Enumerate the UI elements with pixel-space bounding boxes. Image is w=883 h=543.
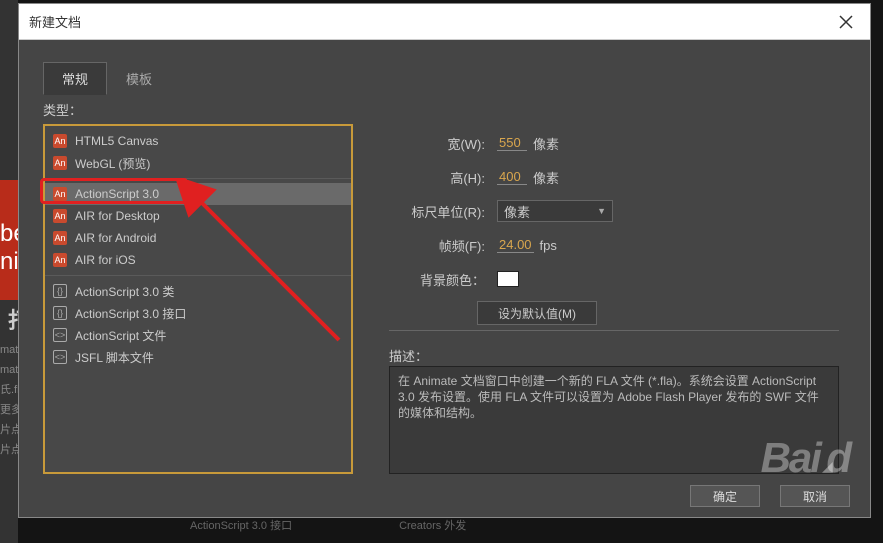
script-icon: {} [53,306,67,320]
height-label: 高(H): [389,168,485,187]
width-input[interactable]: 550 [497,135,527,151]
dialog-content: 常规 模板 类型： An HTML5 Canvas An WebGL (预览) … [19,40,870,517]
height-unit: 像素 [533,168,559,187]
script-icon: <> [53,328,67,342]
close-icon [839,15,853,29]
type-jsfl[interactable]: <> JSFL 脚本文件 [45,346,351,368]
dialog-title: 新建文档 [29,12,832,31]
type-air-ios[interactable]: An AIR for iOS [45,249,351,271]
dialog-titlebar: 新建文档 [19,4,870,40]
script-icon: <> [53,350,67,364]
background-brand-tile: be ni [0,180,18,300]
background-footer-text: ActionScript 3.0 接口 Creators 外发 [190,517,466,533]
type-item-label: ActionScript 3.0 类 [75,283,174,300]
type-as3-interface[interactable]: {} ActionScript 3.0 接口 [45,302,351,324]
script-icon: {} [53,284,67,298]
animate-icon: An [53,253,67,267]
document-properties: 宽(W): 550 像素 高(H): 400 像素 标尺单位(R): 像素 ▼ … [389,126,829,330]
width-unit: 像素 [533,134,559,153]
tab-bar: 常规 模板 [43,62,171,95]
cancel-button[interactable]: 取消 [780,485,850,507]
tab-template[interactable]: 模板 [107,62,171,95]
animate-icon: An [53,209,67,223]
set-default-button[interactable]: 设为默认值(M) [477,301,597,325]
height-input[interactable]: 400 [497,169,527,185]
type-item-label: ActionScript 3.0 接口 [75,305,186,322]
type-air-android[interactable]: An AIR for Android [45,227,351,249]
type-item-label: ActionScript 3.0 [75,187,159,201]
dialog-buttons: 确定 取消 [690,485,850,507]
bgcolor-label: 背景颜色： [389,270,485,289]
chevron-down-icon: ▼ [597,206,606,216]
type-item-label: WebGL (预览) [75,155,150,172]
width-label: 宽(W): [389,134,485,153]
ruler-unit-value: 像素 [504,202,530,221]
animate-icon: An [53,187,67,201]
type-label: 类型： [43,100,82,119]
type-html5-canvas[interactable]: An HTML5 Canvas [45,130,351,152]
ruler-unit-label: 标尺单位(R): [389,202,485,221]
type-actionscript3[interactable]: An ActionScript 3.0 [45,183,351,205]
fps-unit: fps [540,238,557,253]
fps-label: 帧频(F): [389,236,485,255]
bgcolor-swatch[interactable] [497,271,519,287]
new-document-dialog: 新建文档 常规 模板 类型： An HTML5 Canvas An WebGL … [18,3,871,518]
animate-icon: An [53,134,67,148]
fps-input[interactable]: 24.00 [497,237,534,253]
type-group-3: {} ActionScript 3.0 类 {} ActionScript 3.… [45,276,351,372]
description-label: 描述： [389,346,428,365]
animate-icon: An [53,156,67,170]
type-as3-class[interactable]: {} ActionScript 3.0 类 [45,280,351,302]
tab-general[interactable]: 常规 [43,62,107,95]
type-item-label: AIR for iOS [75,253,136,267]
type-as-file[interactable]: <> ActionScript 文件 [45,324,351,346]
description-text: 在 Animate 文档窗口中创建一个新的 FLA 文件 (*.fla)。系统会… [389,366,839,474]
animate-icon: An [53,231,67,245]
type-group-2: An ActionScript 3.0 An AIR for Desktop A… [45,179,351,276]
type-item-label: ActionScript 文件 [75,327,166,344]
divider [389,330,839,331]
type-webgl[interactable]: An WebGL (预览) [45,152,351,174]
type-item-label: HTML5 Canvas [75,134,158,148]
type-item-label: JSFL 脚本文件 [75,349,154,366]
type-air-desktop[interactable]: An AIR for Desktop [45,205,351,227]
ruler-unit-select[interactable]: 像素 ▼ [497,200,613,222]
type-group-1: An HTML5 Canvas An WebGL (预览) [45,126,351,179]
ok-button[interactable]: 确定 [690,485,760,507]
type-item-label: AIR for Android [75,231,156,245]
type-item-label: AIR for Desktop [75,209,160,223]
close-button[interactable] [832,8,860,36]
document-type-list[interactable]: An HTML5 Canvas An WebGL (预览) An ActionS… [43,124,353,474]
resize-grip-icon: ◢ [822,458,838,474]
